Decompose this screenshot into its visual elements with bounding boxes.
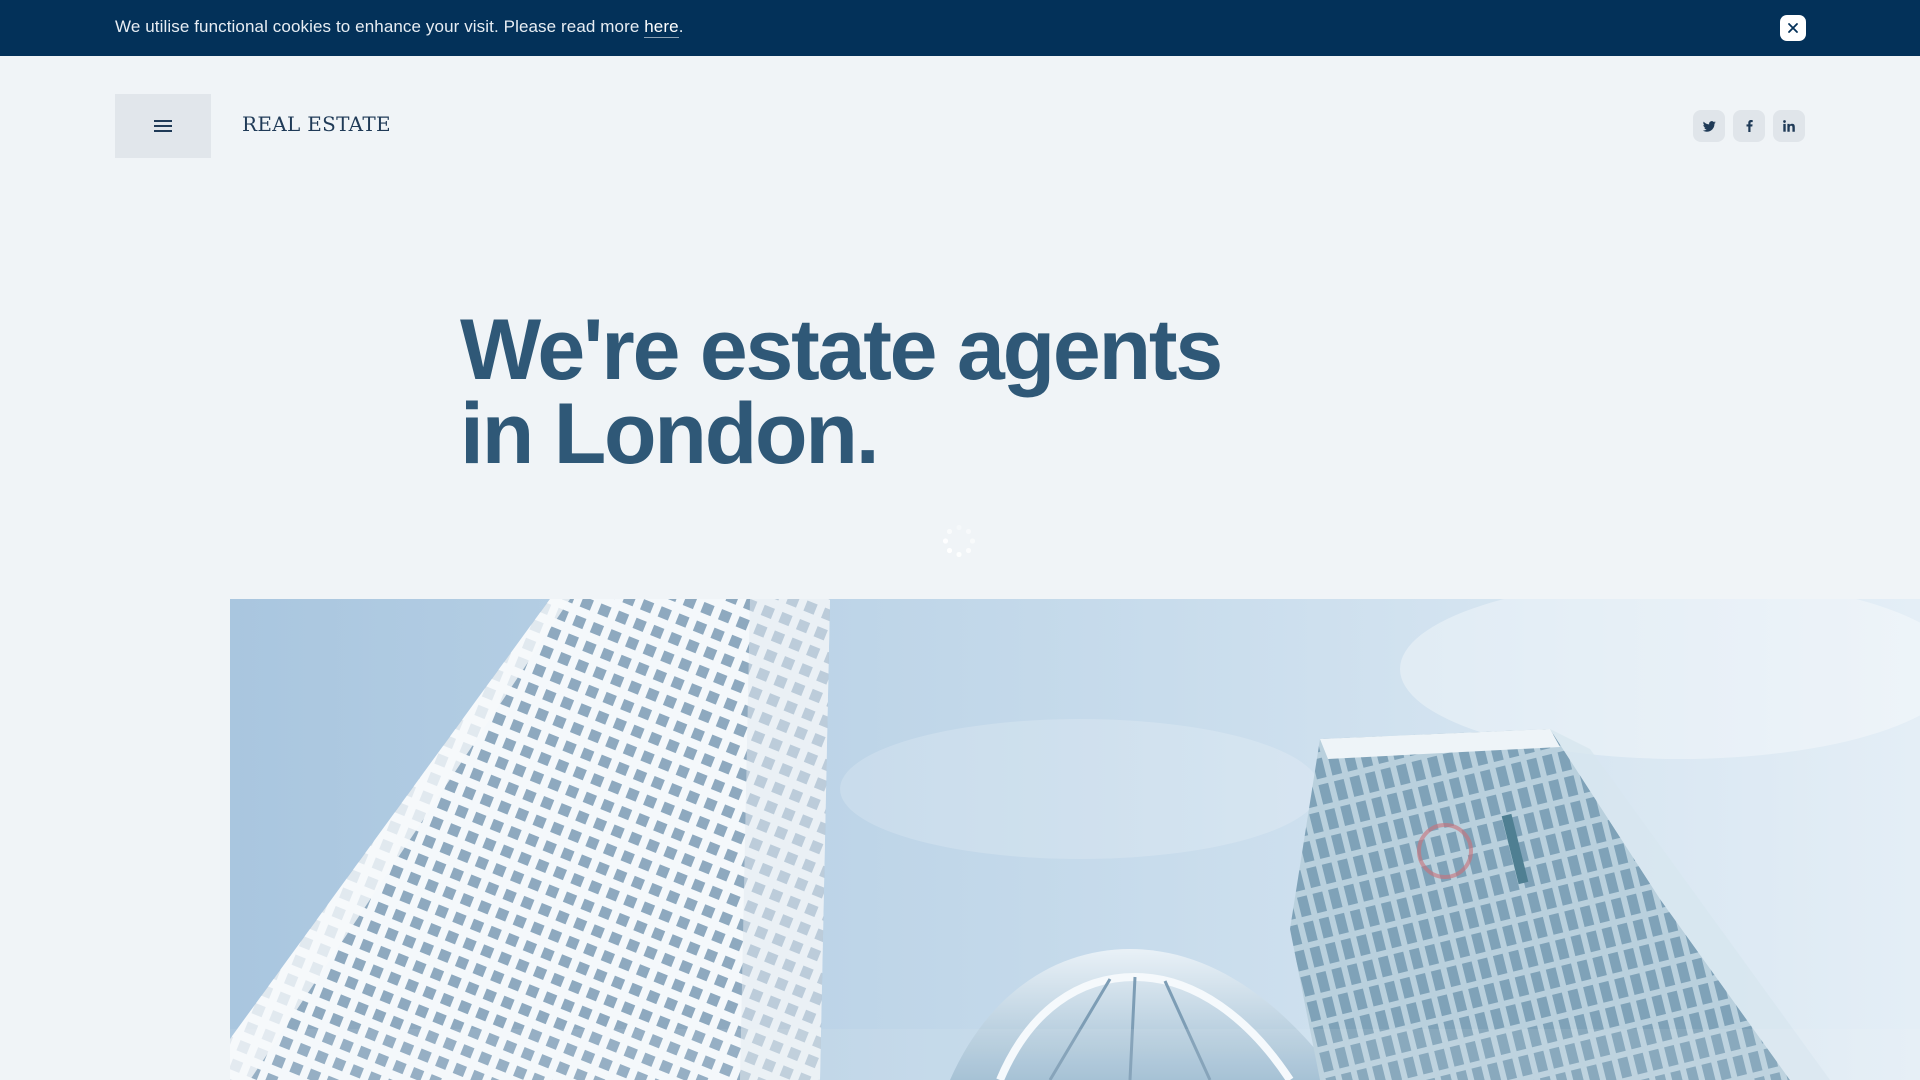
twitter-button[interactable] (1693, 110, 1725, 142)
cookie-close-button[interactable] (1780, 15, 1806, 41)
linkedin-button[interactable] (1773, 110, 1805, 142)
hamburger-menu-icon (154, 120, 172, 132)
facebook-button[interactable] (1733, 110, 1765, 142)
linkedin-icon (1783, 120, 1795, 132)
brand-logo-text[interactable]: REAL ESTATE (242, 112, 391, 136)
loading-spinner-icon (942, 524, 976, 558)
hero-title-line-1: We're estate agents (460, 302, 1223, 398)
hero-title: We're estate agents in London. (460, 302, 1240, 482)
hero-image (230, 599, 1920, 1080)
menu-button[interactable] (115, 94, 211, 158)
twitter-icon (1702, 120, 1716, 132)
cookie-text-before: We utilise functional cookies to enhance… (115, 17, 645, 36)
hero-title-line-2: in London. (460, 386, 880, 482)
facebook-icon (1746, 120, 1753, 132)
cookie-policy-link[interactable]: here (644, 17, 679, 38)
cookie-text-after: . (678, 17, 684, 36)
cookie-banner: We utilise functional cookies to enhance… (0, 0, 1920, 56)
skyscrapers-illustration (230, 599, 1920, 1080)
close-icon (1788, 23, 1798, 33)
cookie-message: We utilise functional cookies to enhance… (115, 17, 684, 38)
